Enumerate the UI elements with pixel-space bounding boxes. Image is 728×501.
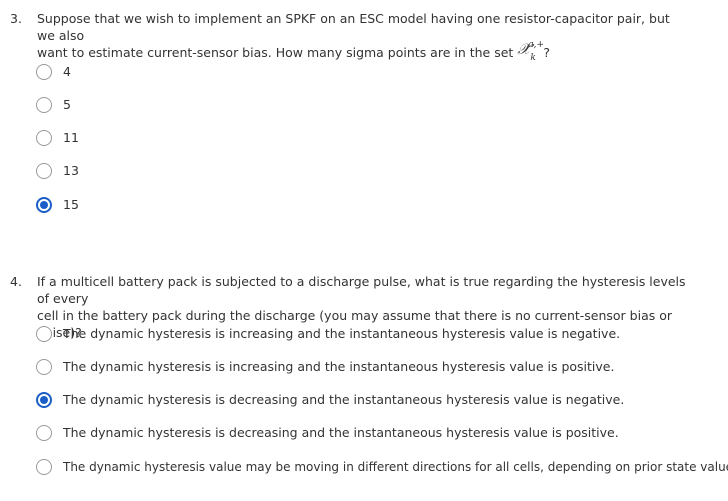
- math-subscript: k: [530, 53, 536, 63]
- option-label[interactable]: The dynamic hysteresis value may be movi…: [63, 459, 728, 475]
- sigma-point-set-symbol: 𝒳 a,+ k: [517, 40, 544, 63]
- question-mark: ?: [543, 45, 550, 60]
- option-label[interactable]: 5: [63, 97, 71, 113]
- question-text: Suppose that we wish to implement an SPK…: [37, 10, 687, 63]
- radio-button[interactable]: [36, 459, 52, 475]
- option-label[interactable]: The dynamic hysteresis is increasing and…: [63, 359, 614, 375]
- radio-button[interactable]: [36, 425, 52, 441]
- question-text-line-1: Suppose that we wish to implement an SPK…: [37, 11, 670, 43]
- option-label[interactable]: The dynamic hysteresis is increasing and…: [63, 326, 620, 342]
- option-label[interactable]: 13: [63, 163, 79, 179]
- radio-button[interactable]: [36, 130, 52, 146]
- radio-button-selected[interactable]: [36, 197, 52, 213]
- question-number: 4.: [10, 274, 22, 289]
- option-label[interactable]: 4: [63, 64, 71, 80]
- question-text-line-2: want to estimate current-sensor bias. Ho…: [37, 40, 687, 63]
- option-label[interactable]: The dynamic hysteresis is decreasing and…: [63, 392, 624, 408]
- question-text-line-2-body: want to estimate current-sensor bias. Ho…: [37, 45, 514, 60]
- radio-button[interactable]: [36, 64, 52, 80]
- option-label[interactable]: 11: [63, 130, 79, 146]
- radio-button-selected[interactable]: [36, 392, 52, 408]
- radio-button[interactable]: [36, 163, 52, 179]
- radio-button[interactable]: [36, 326, 52, 342]
- radio-button[interactable]: [36, 97, 52, 113]
- radio-button[interactable]: [36, 359, 52, 375]
- question-text-line-1: If a multicell battery pack is subjected…: [37, 274, 686, 306]
- option-label[interactable]: The dynamic hysteresis is decreasing and…: [63, 425, 619, 441]
- question-number: 3.: [10, 11, 22, 26]
- option-label[interactable]: 15: [63, 197, 79, 213]
